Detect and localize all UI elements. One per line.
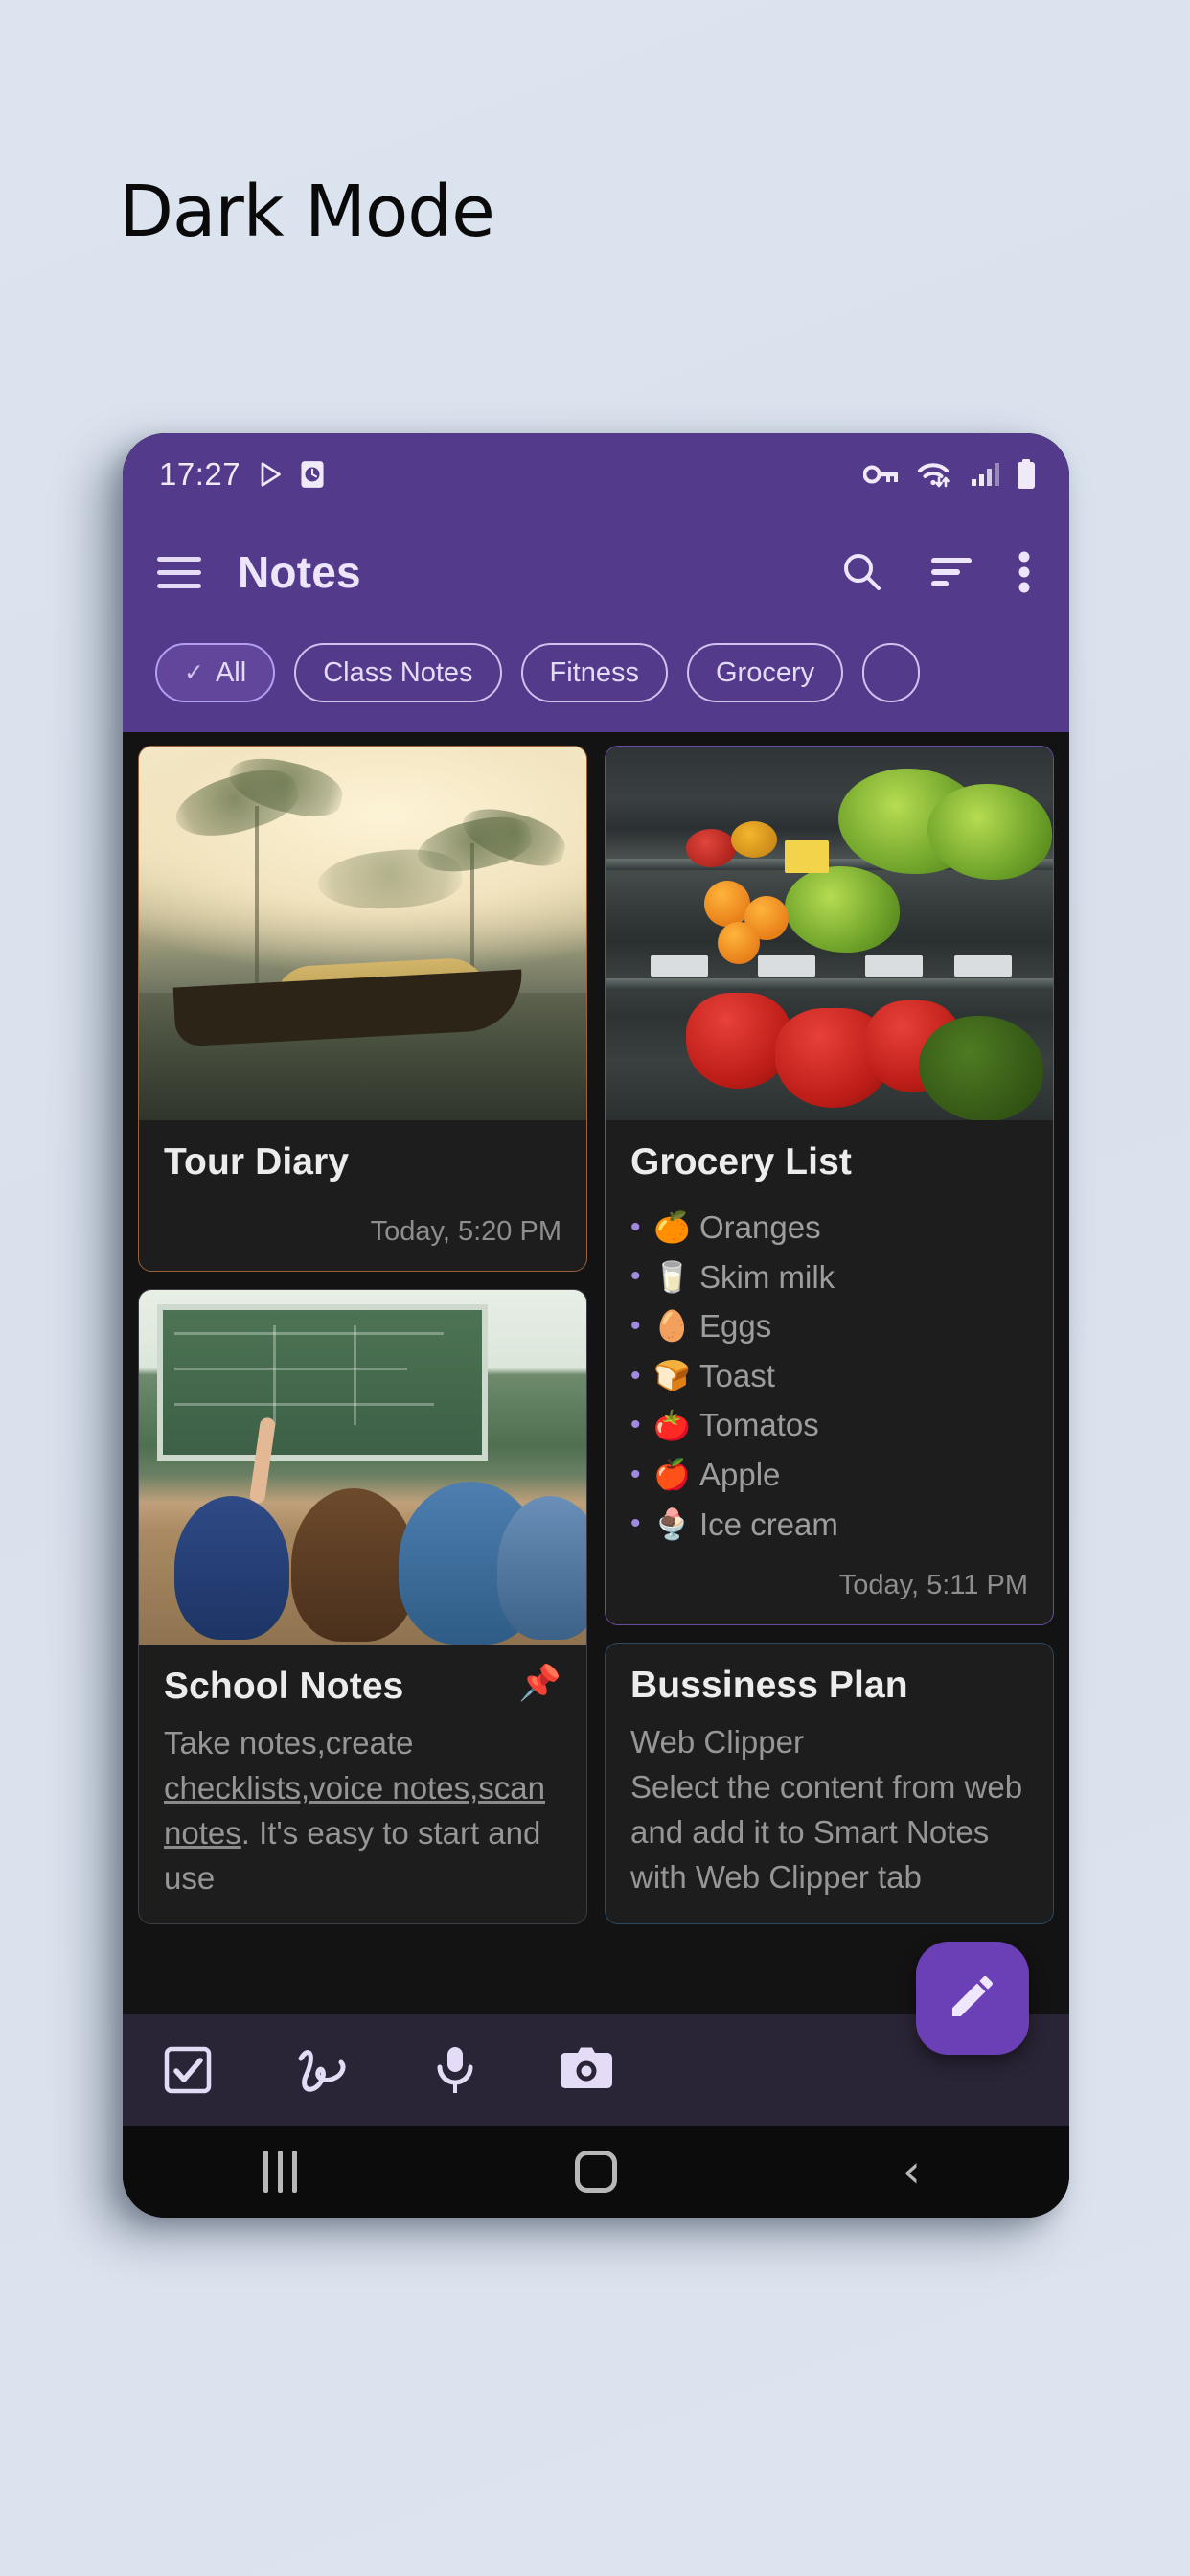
- category-chip-row[interactable]: ✓ All Class Notes Fitness Grocery: [123, 629, 1069, 732]
- bullet-icon: •: [630, 1409, 641, 1441]
- app-bar-actions: [839, 549, 1037, 595]
- vpn-key-icon: [863, 462, 900, 487]
- grocery-list-body: Grocery List • 🍊 Oranges • 🥛 Skim milk • 🥚 Egg…: [606, 1120, 1053, 1624]
- note-card-grocery-list[interactable]: Grocery List • 🍊 Oranges • 🥛 Skim milk • 🥚 Egg…: [605, 746, 1054, 1626]
- handwriting-icon[interactable]: [295, 2045, 351, 2095]
- item-label: Oranges: [699, 1209, 821, 1245]
- status-bar-clock: 17:27: [159, 456, 241, 492]
- note-card-business-plan[interactable]: Bussiness Plan Web Clipper Select the co…: [605, 1643, 1054, 1924]
- chip-partial[interactable]: [862, 643, 921, 702]
- check-icon: ✓: [184, 659, 204, 686]
- search-icon[interactable]: [839, 549, 885, 595]
- page-title: Dark Mode: [119, 171, 495, 253]
- note-timestamp: Today, 5:11 PM: [838, 1570, 1028, 1601]
- note-title: Bussiness Plan: [630, 1665, 908, 1707]
- hamburger-menu-icon[interactable]: [157, 556, 201, 588]
- notes-column-left: Tour Diary Today, 5:20 PM School Notes 📌…: [138, 746, 587, 2218]
- item-emoji: 🍨: [653, 1506, 691, 1541]
- camera-icon[interactable]: [560, 2047, 613, 2093]
- list-item: • 🍨 Ice cream: [630, 1500, 1028, 1550]
- screenshot-root: Dark Mode 17:27 Notes ✓ All Class Notes …: [0, 0, 1190, 2576]
- chip-label: Grocery: [716, 656, 815, 688]
- bullet-icon: •: [630, 1507, 641, 1540]
- school-notes-body: School Notes 📌 Take notes,create checkli…: [139, 1644, 586, 1923]
- item-label: Apple: [699, 1456, 781, 1492]
- note-title: Grocery List: [630, 1141, 852, 1183]
- create-note-fab[interactable]: [916, 1942, 1029, 2055]
- app-bar: Notes: [123, 516, 1069, 629]
- sort-icon[interactable]: [929, 553, 973, 591]
- item-emoji: 🥛: [653, 1259, 691, 1294]
- item-label: Toast: [699, 1357, 775, 1393]
- bullet-icon: •: [630, 1210, 641, 1243]
- chip-class-notes[interactable]: Class Notes: [294, 643, 502, 702]
- app-bar-title: Notes: [238, 547, 361, 597]
- list-item: • 🥛 Skim milk: [630, 1253, 1028, 1302]
- checklist-icon[interactable]: [163, 2045, 213, 2095]
- bullet-icon: •: [630, 1359, 641, 1392]
- note-snippet-line2: Select the content from web and add it t…: [630, 1769, 1023, 1895]
- system-navigation-bar: ‹: [123, 2126, 1069, 2218]
- bullet-icon: •: [630, 1309, 641, 1342]
- note-timestamp: Today, 5:20 PM: [370, 1216, 561, 1247]
- list-item: • 🥚 Eggs: [630, 1301, 1028, 1351]
- list-item: • 🍎 Apple: [630, 1450, 1028, 1500]
- bullet-icon: •: [630, 1260, 641, 1293]
- chip-all[interactable]: ✓ All: [155, 643, 276, 702]
- back-icon[interactable]: ‹: [835, 2149, 988, 2195]
- note-title: Tour Diary: [164, 1141, 350, 1183]
- overflow-menu-icon[interactable]: [1018, 549, 1031, 595]
- grocery-items-list: • 🍊 Oranges • 🥛 Skim milk • 🥚 Eggs • 🍞 Toast • 🍅 T…: [630, 1203, 1028, 1549]
- item-label: Tomatos: [699, 1407, 819, 1443]
- item-label: Skim milk: [699, 1258, 835, 1295]
- note-card-tour-diary[interactable]: Tour Diary Today, 5:20 PM: [138, 746, 587, 1272]
- list-item: • 🍞 Toast: [630, 1351, 1028, 1401]
- item-emoji: 🍎: [653, 1458, 691, 1492]
- chip-label: Class Notes: [323, 656, 473, 688]
- item-label: Ice cream: [699, 1506, 838, 1542]
- note-snippet-line1: Web Clipper: [630, 1724, 804, 1760]
- play-store-icon: [258, 460, 286, 489]
- chip-grocery[interactable]: Grocery: [687, 643, 844, 702]
- item-label: Eggs: [699, 1308, 772, 1345]
- chip-label: Fitness: [549, 656, 639, 688]
- grocery-list-thumbnail: [606, 747, 1053, 1120]
- item-emoji: 🍊: [653, 1210, 691, 1245]
- phone-mockup: 17:27 Notes ✓ All Class Notes Fitness Gr…: [123, 433, 1069, 2218]
- home-icon[interactable]: [519, 2150, 673, 2193]
- list-item: • 🍅 Tomatos: [630, 1400, 1028, 1450]
- tour-diary-body: Tour Diary Today, 5:20 PM: [139, 1120, 586, 1271]
- wifi-icon: [916, 460, 954, 489]
- note-snippet: Take notes,create checklists,voice notes…: [164, 1725, 546, 1896]
- school-notes-thumbnail: [139, 1290, 586, 1644]
- chip-label: All: [215, 656, 247, 688]
- phone-screen: 17:27 Notes ✓ All Class Notes Fitness Gr…: [123, 433, 1069, 2218]
- status-bar-notification-icons: [258, 460, 325, 489]
- item-emoji: 🍞: [653, 1358, 691, 1392]
- clock-icon: [300, 460, 325, 489]
- bullet-icon: •: [630, 1458, 641, 1490]
- pencil-edit-icon: [946, 1969, 999, 2028]
- tour-diary-thumbnail: [139, 747, 586, 1120]
- pin-icon: 📌: [518, 1663, 561, 1702]
- status-bar: 17:27: [123, 433, 1069, 516]
- signal-icon: [971, 462, 999, 487]
- item-emoji: 🥚: [653, 1309, 691, 1344]
- note-title: School Notes 📌: [164, 1663, 561, 1708]
- chip-fitness[interactable]: Fitness: [520, 643, 668, 702]
- list-item: • 🍊 Oranges: [630, 1203, 1028, 1253]
- battery-icon: [1016, 459, 1037, 490]
- item-emoji: 🍅: [653, 1408, 691, 1442]
- business-plan-body: Bussiness Plan Web Clipper Select the co…: [606, 1644, 1053, 1922]
- status-bar-system-icons: [863, 459, 1037, 490]
- recents-icon[interactable]: [204, 2150, 357, 2193]
- note-card-school-notes[interactable]: School Notes 📌 Take notes,create checkli…: [138, 1289, 587, 1925]
- microphone-icon[interactable]: [433, 2044, 477, 2096]
